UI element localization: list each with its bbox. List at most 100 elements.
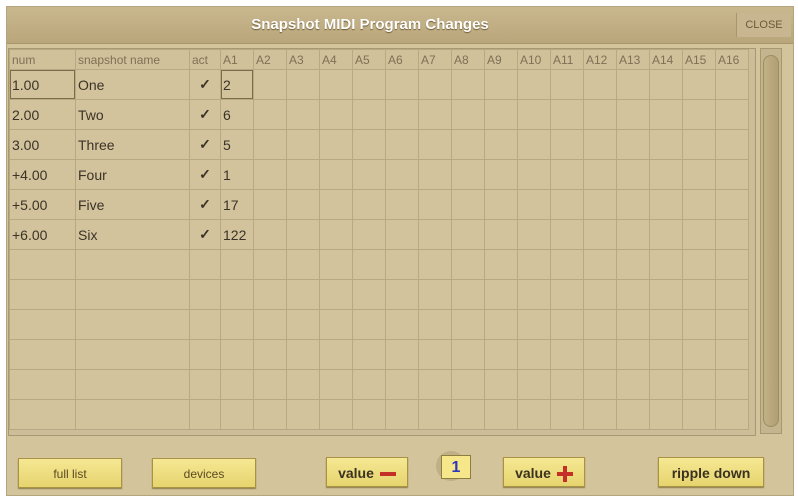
program-change-cell[interactable]: 17 (220, 189, 254, 220)
empty-cell[interactable] (682, 279, 716, 310)
empty-cell[interactable] (583, 369, 617, 400)
empty-cell[interactable] (418, 279, 452, 310)
empty-cell[interactable] (253, 369, 287, 400)
program-change-cell[interactable] (451, 69, 485, 100)
empty-cell[interactable] (616, 279, 650, 310)
program-change-cell[interactable] (484, 129, 518, 160)
empty-cell[interactable] (418, 249, 452, 280)
snapshot-name-cell[interactable]: Two (75, 99, 190, 130)
program-change-cell[interactable] (286, 159, 320, 190)
program-change-cell[interactable]: 2 (220, 69, 254, 100)
active-check-icon[interactable]: ✓ (189, 189, 221, 220)
program-change-cell[interactable] (583, 219, 617, 250)
program-change-cell[interactable] (319, 129, 353, 160)
program-change-cell[interactable] (385, 129, 419, 160)
empty-cell[interactable] (451, 279, 485, 310)
empty-cell[interactable] (517, 279, 551, 310)
empty-cell[interactable] (319, 399, 353, 430)
program-change-cell[interactable] (319, 69, 353, 100)
snapshot-num-cell[interactable]: +6.00 (9, 219, 76, 250)
empty-cell[interactable] (253, 339, 287, 370)
empty-cell[interactable] (583, 339, 617, 370)
program-change-cell[interactable] (484, 219, 518, 250)
empty-cell[interactable] (583, 399, 617, 430)
program-change-cell[interactable] (583, 69, 617, 100)
program-change-cell[interactable] (550, 159, 584, 190)
program-change-cell[interactable] (715, 69, 749, 100)
empty-cell[interactable] (451, 249, 485, 280)
program-change-cell[interactable] (616, 189, 650, 220)
empty-cell[interactable] (352, 249, 386, 280)
program-change-cell[interactable] (253, 69, 287, 100)
empty-cell[interactable] (616, 369, 650, 400)
empty-table-row[interactable] (9, 339, 749, 370)
empty-cell[interactable] (286, 339, 320, 370)
program-change-cell[interactable] (616, 69, 650, 100)
program-change-cell[interactable] (649, 219, 683, 250)
empty-cell[interactable] (352, 339, 386, 370)
program-change-cell[interactable] (319, 219, 353, 250)
empty-cell[interactable] (616, 399, 650, 430)
program-change-cell[interactable] (484, 159, 518, 190)
program-change-cell[interactable] (715, 129, 749, 160)
program-change-cell[interactable] (682, 99, 716, 130)
empty-cell[interactable] (253, 399, 287, 430)
empty-cell[interactable] (550, 399, 584, 430)
empty-cell[interactable] (649, 279, 683, 310)
empty-cell[interactable] (286, 249, 320, 280)
program-change-cell[interactable] (418, 129, 452, 160)
empty-cell[interactable] (286, 399, 320, 430)
empty-cell[interactable] (418, 369, 452, 400)
program-change-cell[interactable] (253, 159, 287, 190)
program-change-cell[interactable] (649, 189, 683, 220)
empty-cell[interactable] (451, 399, 485, 430)
program-change-cell[interactable] (649, 159, 683, 190)
program-change-cell[interactable] (286, 99, 320, 130)
snapshot-name-cell[interactable]: Four (75, 159, 190, 190)
empty-cell[interactable] (319, 249, 353, 280)
snapshot-name-cell[interactable]: Six (75, 219, 190, 250)
table-row[interactable]: +6.00 Six ✓ 122 (9, 219, 749, 250)
empty-cell[interactable] (352, 399, 386, 430)
empty-cell[interactable] (484, 339, 518, 370)
active-check-icon[interactable]: ✓ (189, 99, 221, 130)
empty-table-row[interactable] (9, 369, 749, 400)
empty-cell[interactable] (385, 339, 419, 370)
empty-cell[interactable] (484, 309, 518, 340)
empty-cell[interactable] (649, 369, 683, 400)
value-minus-button[interactable]: value (326, 457, 408, 487)
program-change-cell[interactable] (616, 99, 650, 130)
empty-cell[interactable] (220, 339, 254, 370)
program-change-cell[interactable] (517, 219, 551, 250)
program-change-cell[interactable] (451, 219, 485, 250)
empty-cell[interactable] (75, 279, 190, 310)
snapshot-num-cell[interactable]: 3.00 (9, 129, 76, 160)
program-change-cell[interactable] (253, 129, 287, 160)
program-change-cell[interactable] (517, 129, 551, 160)
empty-cell[interactable] (649, 309, 683, 340)
snapshot-num-cell[interactable]: 2.00 (9, 99, 76, 130)
program-change-cell[interactable] (682, 129, 716, 160)
program-change-cell[interactable] (682, 159, 716, 190)
empty-cell[interactable] (451, 369, 485, 400)
empty-cell[interactable] (385, 279, 419, 310)
program-change-cell[interactable] (451, 189, 485, 220)
empty-cell[interactable] (682, 399, 716, 430)
empty-cell[interactable] (352, 279, 386, 310)
empty-cell[interactable] (682, 339, 716, 370)
table-row[interactable]: 1.00 One ✓ 2 (9, 69, 749, 100)
empty-cell[interactable] (189, 309, 221, 340)
empty-cell[interactable] (484, 279, 518, 310)
empty-cell[interactable] (418, 309, 452, 340)
empty-cell[interactable] (385, 249, 419, 280)
program-change-cell[interactable] (517, 159, 551, 190)
empty-cell[interactable] (253, 279, 287, 310)
empty-cell[interactable] (75, 369, 190, 400)
empty-cell[interactable] (451, 309, 485, 340)
snapshot-num-cell[interactable]: 1.00 (9, 69, 76, 100)
ripple-down-button[interactable]: ripple down (658, 457, 764, 487)
empty-cell[interactable] (319, 279, 353, 310)
empty-cell[interactable] (286, 309, 320, 340)
snapshot-name-cell[interactable]: One (75, 69, 190, 100)
empty-table-row[interactable] (9, 249, 749, 280)
